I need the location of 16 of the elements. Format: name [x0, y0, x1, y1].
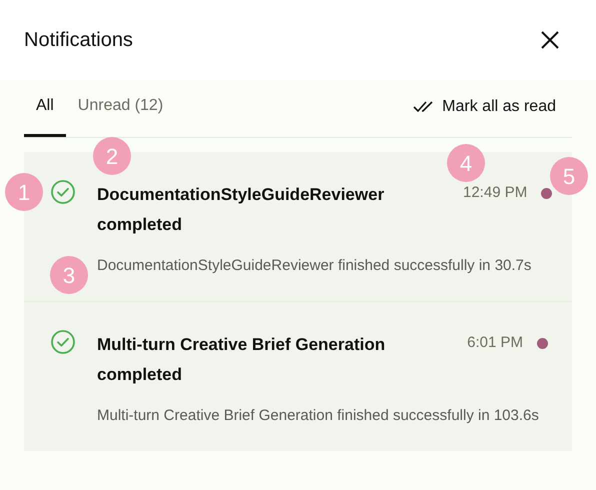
check-circle-icon	[50, 329, 76, 355]
notification-title: Multi-turn Creative Brief Generation completed	[97, 334, 386, 386]
annotation-marker: 1	[5, 173, 43, 211]
double-check-icon	[413, 101, 436, 113]
notification-title: DocumentationStyleGuideReviewer completed	[97, 184, 386, 236]
notification-message: DocumentationStyleGuideReviewer finished successfully in 30.7s	[97, 256, 532, 276]
mark-all-read-button[interactable]: Mark all as read	[413, 95, 572, 137]
notification-time: 6:01 PM	[467, 333, 523, 353]
annotation-marker: 5	[550, 157, 588, 195]
notification-card[interactable]: Multi-turn Creative Brief Generation completed 6:01 PM Multi-turn Creative Brief Generation finished successfully in 103.6s	[24, 302, 572, 451]
notification-time: 12:49 PM	[463, 183, 528, 203]
filter-tab[interactable]: Unread (12)	[66, 94, 176, 137]
panel-title: Notifications	[24, 28, 133, 53]
check-circle-icon	[50, 179, 76, 205]
filter-tab[interactable]: All	[24, 94, 66, 137]
notification-message: Multi-turn Creative Brief Generation finished successfully in 103.6s	[97, 406, 540, 426]
